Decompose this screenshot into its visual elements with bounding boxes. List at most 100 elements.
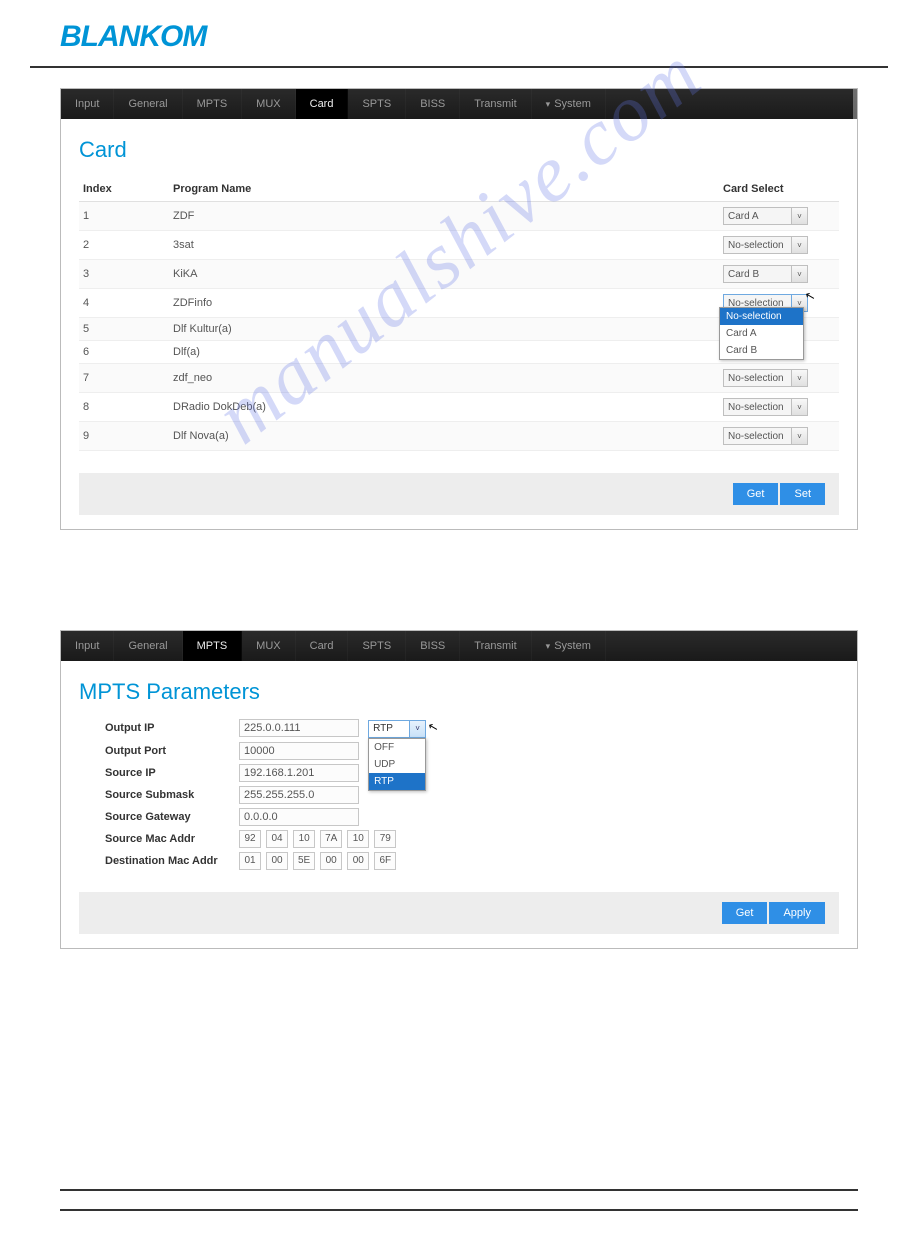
chevron-down-icon: ˅: [410, 720, 426, 738]
tab-transmit[interactable]: Transmit: [460, 631, 531, 661]
card-select-dropdown[interactable]: No-selection ˅: [723, 398, 808, 416]
table-row: 4 ZDFinfo No-selection ˅ No-selection Ca…: [79, 289, 839, 318]
dst-mac-octet-5[interactable]: [374, 852, 396, 870]
th-card-select: Card Select: [719, 177, 839, 202]
dst-mac-octet-1[interactable]: [266, 852, 288, 870]
cell-index: 2: [79, 231, 169, 260]
page-title: Card: [79, 137, 839, 163]
option-no-selection[interactable]: No-selection: [720, 308, 803, 325]
menubar-scrollbar[interactable]: [853, 89, 857, 119]
tab-biss[interactable]: BISS: [406, 89, 460, 119]
label-output-port: Output Port: [79, 745, 239, 757]
option-rtp[interactable]: RTP: [369, 773, 425, 790]
src-mac-octet-3[interactable]: [320, 830, 342, 848]
src-mac-octet-0[interactable]: [239, 830, 261, 848]
brand-logo: BLANKOM: [60, 20, 206, 54]
cell-program: ZDF: [169, 202, 719, 231]
buttons-bar: Get Apply: [79, 892, 839, 934]
src-mac-octet-4[interactable]: [347, 830, 369, 848]
tab-transmit[interactable]: Transmit: [460, 89, 531, 119]
select-value: No-selection: [723, 427, 792, 445]
dst-mac-octet-3[interactable]: [320, 852, 342, 870]
table-row: 3 KiKA Card B ˅: [79, 260, 839, 289]
card-select-dropdown[interactable]: Card B ˅: [723, 265, 808, 283]
cell-index: 5: [79, 318, 169, 341]
mpts-form: Output IP RTP ˅ OFF UDP RTP: [79, 719, 839, 870]
table-row: 9 Dlf Nova(a) No-selection ˅: [79, 422, 839, 451]
page-title: MPTS Parameters: [79, 679, 839, 705]
set-button[interactable]: Set: [780, 483, 825, 505]
cell-index: 7: [79, 364, 169, 393]
cursor-icon: ↖: [803, 288, 816, 304]
label-output-ip: Output IP: [79, 722, 239, 734]
card-select-dropdown[interactable]: No-selection ˅: [723, 236, 808, 254]
tab-general[interactable]: General: [114, 631, 182, 661]
cell-index: 9: [79, 422, 169, 451]
tab-spts[interactable]: SPTS: [348, 89, 406, 119]
label-source-ip: Source IP: [79, 767, 239, 779]
tab-input[interactable]: Input: [61, 631, 114, 661]
get-button[interactable]: Get: [733, 483, 779, 505]
table-row: 2 3sat No-selection ˅: [79, 231, 839, 260]
cell-program: Dlf Nova(a): [169, 422, 719, 451]
tab-card[interactable]: Card: [296, 631, 349, 661]
output-port-field[interactable]: [239, 742, 359, 760]
cell-program: Dlf Kultur(a): [169, 318, 719, 341]
chevron-down-icon: ˅: [792, 265, 808, 283]
select-value: No-selection: [723, 398, 792, 416]
dst-mac-octet-2[interactable]: [293, 852, 315, 870]
protocol-dropdown[interactable]: RTP ˅: [368, 720, 426, 738]
protocol-value: RTP: [368, 720, 410, 738]
tab-system-label: System: [554, 640, 591, 652]
cell-program: 3sat: [169, 231, 719, 260]
option-off[interactable]: OFF: [369, 739, 425, 756]
chevron-down-icon: ˅: [792, 207, 808, 225]
select-value: Card A: [723, 207, 792, 225]
tab-mux[interactable]: MUX: [242, 89, 295, 119]
cell-program: Dlf(a): [169, 341, 719, 364]
card-select-option-list: No-selection Card A Card B: [719, 307, 804, 360]
src-mac-octet-1[interactable]: [266, 830, 288, 848]
src-mac-octet-2[interactable]: [293, 830, 315, 848]
source-submask-field[interactable]: [239, 786, 359, 804]
card-panel: Input General MPTS MUX Card SPTS BISS Tr…: [60, 88, 858, 530]
tab-card[interactable]: Card: [296, 89, 349, 119]
source-ip-field[interactable]: [239, 764, 359, 782]
card-select-dropdown[interactable]: No-selection ˅: [723, 369, 808, 387]
source-mac-group: [239, 830, 398, 848]
option-card-b[interactable]: Card B: [720, 342, 803, 359]
apply-button[interactable]: Apply: [769, 902, 825, 924]
card-select-dropdown[interactable]: No-selection ˅: [723, 427, 808, 445]
label-destination-mac: Destination Mac Addr: [79, 855, 239, 867]
tab-input[interactable]: Input: [61, 89, 114, 119]
tab-biss[interactable]: BISS: [406, 631, 460, 661]
tab-system[interactable]: ▾System: [532, 89, 606, 119]
footer-separators: [60, 1189, 858, 1211]
caret-down-icon: ▾: [546, 99, 551, 110]
tab-mpts[interactable]: MPTS: [183, 631, 243, 661]
tab-general[interactable]: General: [114, 89, 182, 119]
brand-logo-text: BLANKOM: [60, 20, 206, 53]
dst-mac-octet-4[interactable]: [347, 852, 369, 870]
tab-mux[interactable]: MUX: [242, 631, 295, 661]
card-table: Index Program Name Card Select 1 ZDF Car…: [79, 177, 839, 451]
option-udp[interactable]: UDP: [369, 756, 425, 773]
tab-system[interactable]: ▾System: [532, 631, 606, 661]
tab-mpts[interactable]: MPTS: [183, 89, 243, 119]
chevron-down-icon: ˅: [792, 398, 808, 416]
cell-program: ZDFinfo: [169, 289, 719, 318]
option-card-a[interactable]: Card A: [720, 325, 803, 342]
card-select-dropdown[interactable]: Card A ˅: [723, 207, 808, 225]
cell-program: zdf_neo: [169, 364, 719, 393]
chevron-down-icon: ˅: [792, 427, 808, 445]
tab-spts[interactable]: SPTS: [348, 631, 406, 661]
source-gateway-field[interactable]: [239, 808, 359, 826]
cell-index: 4: [79, 289, 169, 318]
page-header: BLANKOM: [30, 0, 888, 68]
th-index: Index: [79, 177, 169, 202]
table-row: 8 DRadio DokDeb(a) No-selection ˅: [79, 393, 839, 422]
dst-mac-octet-0[interactable]: [239, 852, 261, 870]
src-mac-octet-5[interactable]: [374, 830, 396, 848]
output-ip-field[interactable]: [239, 719, 359, 737]
get-button[interactable]: Get: [722, 902, 768, 924]
